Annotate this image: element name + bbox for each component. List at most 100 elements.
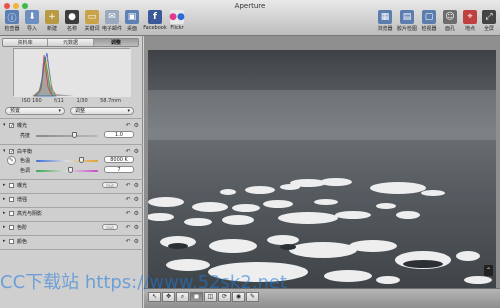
reset-icon[interactable]: ↶ (126, 182, 131, 189)
tint-slider-knob[interactable] (68, 167, 73, 173)
preset-select[interactable]: 预置 (5, 107, 65, 115)
toolbar-label: 胶片检图 (396, 26, 417, 32)
highlights-shadows-collapsed-section[interactable]: ▸ 高光与阴影 ↶ ⚙ (0, 209, 143, 219)
gear-icon[interactable]: ⚙ (134, 238, 139, 245)
temperature-slider-knob[interactable] (79, 157, 84, 163)
brightness-slider-knob[interactable] (72, 132, 77, 138)
brightness-value[interactable]: 1.0 (104, 131, 134, 138)
places-icon: ⌖ (463, 10, 477, 24)
section-label: 色阶 (17, 225, 28, 231)
tool-group: ↖ ✥ ⌕ ◼ ◫ ⟳ ◉ ✎ (148, 292, 259, 302)
flickr-button[interactable]: ● ● Flickr (165, 10, 189, 31)
tab-adjustments[interactable]: 调整 (93, 39, 138, 46)
title-toolbar: Aperture ⓘ 检查器 ⬇ 导入 + 新建 ● 名称 ▭ 关键词 ✉ 电子… (0, 0, 500, 36)
reset-icon[interactable]: ↶ (126, 224, 131, 231)
reset-icon[interactable]: ↶ (126, 238, 131, 245)
histogram (13, 48, 131, 97)
iso-value: ISO 160 (22, 98, 42, 104)
tab-library[interactable]: 资料库 (3, 39, 49, 46)
gear-icon[interactable]: ⚙ (134, 182, 139, 189)
temperature-value[interactable]: 8000 K (104, 156, 134, 163)
disclosure-triangle-icon[interactable]: ▾ (3, 122, 6, 128)
divider (0, 207, 143, 208)
brightness-slider-track[interactable] (36, 135, 98, 137)
gear-icon[interactable]: ⚙ (134, 210, 139, 217)
disclosure-triangle-icon[interactable]: ▸ (3, 196, 6, 202)
fullscreen-button[interactable]: ⤢ 全屏 (477, 10, 500, 32)
auto-button[interactable]: 自动 (102, 182, 118, 188)
aperture-window: Aperture ⓘ 检查器 ⬇ 导入 + 新建 ● 名称 ▭ 关键词 ✉ 电子… (0, 0, 500, 308)
tint-value[interactable]: 7 (104, 166, 134, 173)
tint-label: 色调 (20, 168, 31, 174)
section-actions: ↶ ⚙ (126, 224, 139, 231)
section-label: 颜色 (17, 239, 28, 245)
tab-metadata[interactable]: 元数据 (48, 39, 94, 46)
image-viewer[interactable] (144, 36, 500, 288)
section-checkbox[interactable] (9, 183, 14, 188)
divider (0, 249, 143, 250)
brightness-label: 亮度 (20, 133, 31, 139)
flickr-icon: ● ● (169, 10, 185, 24)
section-checkbox[interactable] (9, 197, 14, 202)
reset-icon[interactable]: ↶ (126, 148, 131, 155)
white-balance-checkbox[interactable]: ✓ (9, 149, 14, 155)
reset-icon[interactable]: ↶ (126, 196, 131, 203)
disclosure-triangle-icon[interactable]: ▸ (3, 210, 6, 216)
gear-icon[interactable]: ⚙ (134, 148, 139, 155)
toolbar-label: 地点 (464, 26, 475, 32)
zoom-tool-icon[interactable]: ⌕ (176, 292, 189, 302)
faces-icon: ☺ (443, 10, 457, 24)
move-tool-icon[interactable]: ✥ (162, 292, 175, 302)
bottom-toolbar: ↖ ✥ ⌕ ◼ ◫ ⟳ ◉ ✎ (144, 288, 500, 308)
auto-button[interactable]: 自动 (102, 224, 118, 230)
facebook-button[interactable]: f Facebook (143, 10, 167, 31)
gear-icon[interactable]: ⚙ (134, 196, 139, 203)
exposure-collapsed-section[interactable]: ▸ 曝光 自动 ↶ ⚙ (0, 181, 143, 191)
tint-slider-track[interactable] (36, 170, 98, 172)
section-checkbox[interactable] (9, 225, 14, 230)
exposure-checkbox[interactable]: ✓ (9, 123, 14, 129)
fullscreen-icon: ⤢ (482, 10, 496, 24)
select-tool-icon[interactable]: ↖ (148, 292, 161, 302)
toolbar-label: 浏览器 (377, 26, 393, 32)
disclosure-triangle-icon[interactable]: ▸ (3, 238, 6, 244)
viewer-icon: ▢ (422, 10, 436, 24)
reset-icon[interactable]: ↶ (126, 122, 131, 129)
section-checkbox[interactable] (9, 239, 14, 244)
disclosure-triangle-icon[interactable]: ▸ (3, 182, 6, 188)
section-actions: ↶ ⚙ (126, 182, 139, 189)
toolbar-label: 电子邮件 (101, 26, 122, 32)
gear-icon[interactable]: ⚙ (134, 122, 139, 129)
name-icon: ● (65, 10, 79, 24)
desktop-button[interactable]: ▣ 桌面 (120, 10, 144, 32)
color-collapsed-section[interactable]: ▸ 颜色 ↶ ⚙ (0, 237, 143, 247)
exposure-section-header[interactable]: ▾ ✓ 曝光 ↶ ⚙ (0, 121, 143, 131)
reset-icon[interactable]: ↶ (126, 210, 131, 217)
crop-tool-icon[interactable]: ◫ (204, 292, 217, 302)
brightness-row: 亮度 1.0 (0, 131, 143, 140)
levels-collapsed-section[interactable]: ▸ 色阶 自动 ↶ ⚙ (0, 223, 143, 233)
toolbar-label: 名称 (66, 26, 77, 32)
toolbar-label: 新建 (46, 26, 57, 32)
section-checkbox[interactable] (9, 211, 14, 216)
filmstrip-view-button[interactable]: ▤ 胶片检图 (395, 10, 419, 32)
rotate-tool-icon[interactable]: ⟳ (218, 292, 231, 302)
compare-tool-icon[interactable]: ◼ (190, 292, 203, 302)
temperature-slider-track[interactable] (36, 160, 98, 162)
gear-icon[interactable]: ⚙ (134, 224, 139, 231)
import-icon: ⬇ (25, 10, 39, 24)
section-actions: ↶ ⚙ (126, 210, 139, 217)
redeye-tool-icon[interactable]: ◉ (232, 292, 245, 302)
brush-tool-icon[interactable]: ✎ (246, 292, 259, 302)
toolbar-label: 关键词 (84, 26, 100, 32)
scroll-button[interactable]: ⌃ (484, 265, 493, 276)
browser-view-button[interactable]: ▦ 浏览器 (373, 10, 397, 32)
disclosure-triangle-icon[interactable]: ▸ (3, 224, 6, 230)
keyword-icon: ▭ (85, 10, 99, 24)
divider (0, 221, 143, 222)
adjust-select[interactable]: 调整 (70, 107, 134, 115)
enhance-collapsed-section[interactable]: ▸ 增强 ↶ ⚙ (0, 195, 143, 205)
disclosure-triangle-icon[interactable]: ▾ (3, 148, 6, 154)
focal-length-value: 58.7mm (100, 98, 121, 104)
exif-info: ISO 160 f/11 1/30 58.7mm (0, 98, 143, 104)
